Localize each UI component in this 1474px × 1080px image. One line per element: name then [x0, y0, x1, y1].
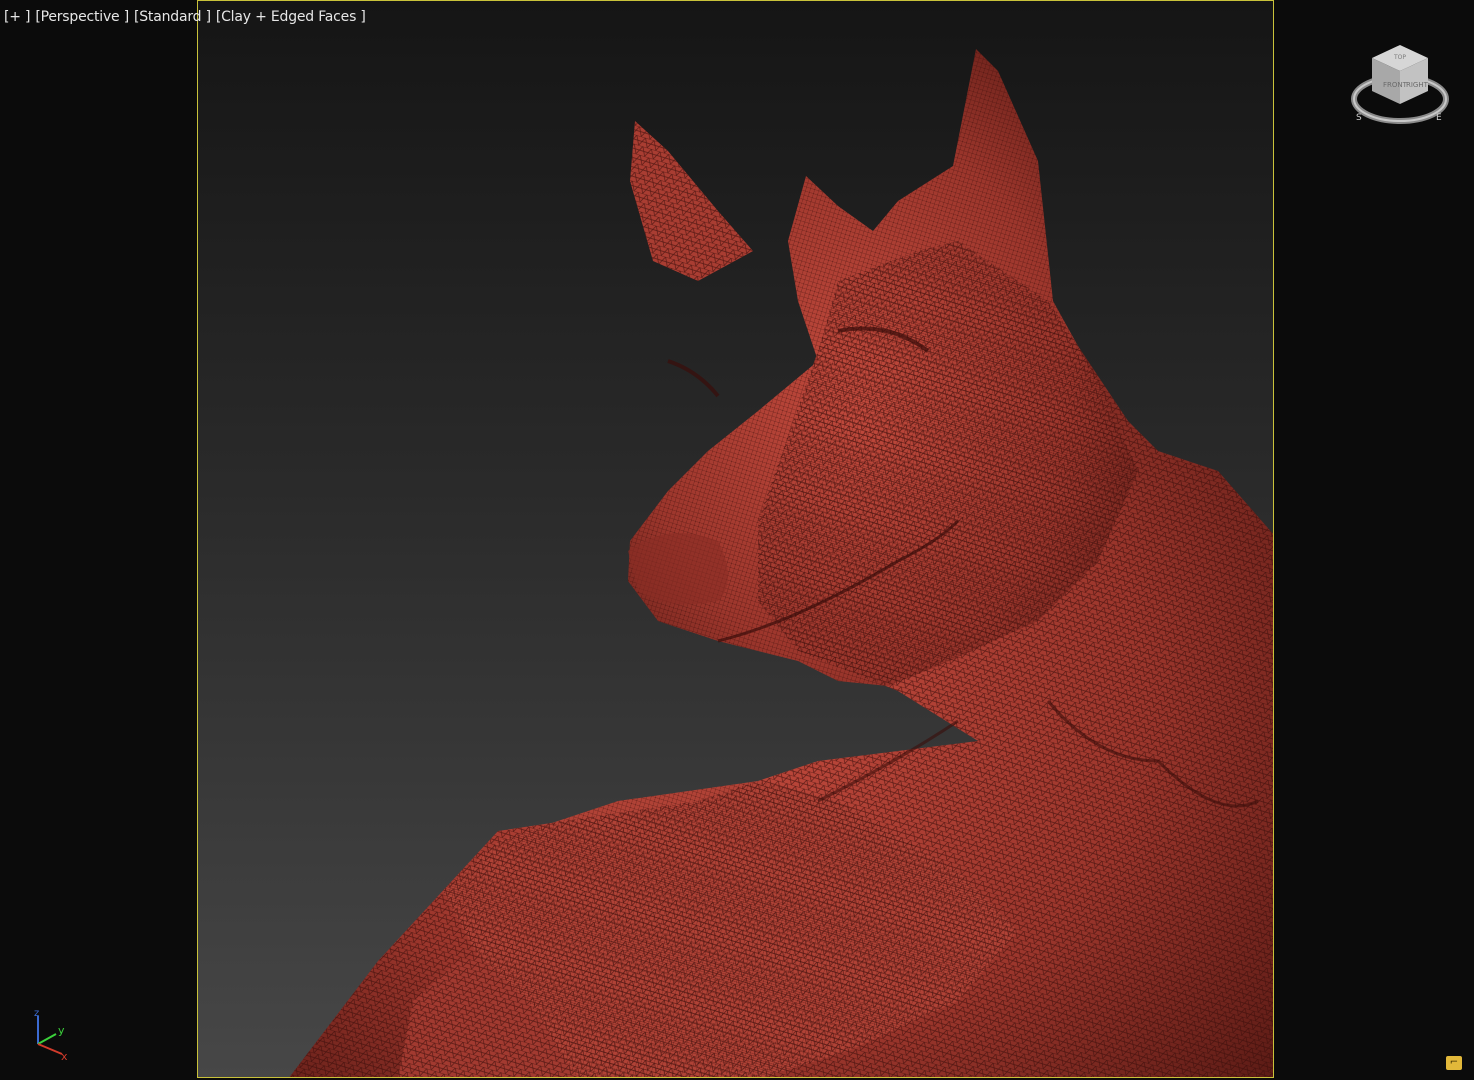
viewcube-icon[interactable]: FRONT RIGHT TOP S E: [1350, 42, 1450, 128]
safe-frame: [197, 0, 1274, 1078]
compass-east-label: E: [1436, 113, 1442, 123]
viewcube-face-top: TOP: [1393, 54, 1406, 61]
maximize-toggle-icon[interactable]: ⌐: [1446, 1056, 1462, 1070]
dog-sculpture-mesh[interactable]: [198, 1, 1274, 1078]
compass-south-label: S: [1356, 113, 1362, 123]
axis-x-label: x: [61, 1050, 68, 1063]
viewcube-face-right: RIGHT: [1406, 81, 1429, 89]
axis-tripod-icon: z y x: [34, 1008, 68, 1063]
perspective-viewport[interactable]: [+ ] [Perspective ] [Standard ] [Clay + Edg…: [0, 0, 1474, 1080]
point-of-view-label[interactable]: [Perspective ]: [35, 9, 129, 25]
shading-preset-label[interactable]: [Standard ]: [134, 9, 211, 25]
axis-y-label: y: [58, 1024, 65, 1037]
axis-z-label: z: [34, 1008, 39, 1019]
viewport-menu-label[interactable]: [+ ]: [4, 9, 31, 25]
display-mode-label[interactable]: [Clay + Edged Faces ]: [216, 9, 366, 25]
dog-body-group: [289, 49, 1273, 1077]
viewport-label-menu: [+ ] [Perspective ] [Standard ] [Clay + Edg…: [4, 9, 371, 25]
viewcube-face-front: FRONT: [1383, 81, 1408, 89]
